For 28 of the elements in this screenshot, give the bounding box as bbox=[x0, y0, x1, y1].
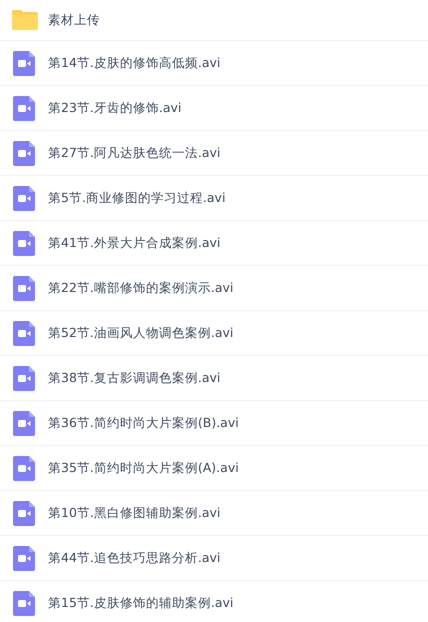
file-name[interactable]: 第44节.追色技巧思路分析.avi bbox=[48, 550, 220, 566]
video-file-icon bbox=[13, 50, 35, 76]
file-name[interactable]: 第14节.皮肤的修饰高低频.avi bbox=[48, 54, 220, 72]
video-file-icon bbox=[13, 410, 35, 436]
video-file-icon bbox=[13, 230, 35, 256]
video-file-icon bbox=[13, 96, 35, 120]
folder-name[interactable]: 素材上传 bbox=[48, 12, 100, 28]
video-file-icon bbox=[13, 456, 35, 480]
file-name[interactable]: 第36节.简约时尚大片案例(B).avi bbox=[48, 414, 239, 432]
file-name[interactable]: 第10节.黑白修图辅助案例.avi bbox=[48, 504, 220, 522]
video-file-icon bbox=[13, 276, 35, 300]
video-file-icon bbox=[13, 590, 35, 616]
file-name[interactable]: 第22节.嘴部修饰的案例演示.avi bbox=[48, 280, 234, 296]
file-name[interactable]: 第35节.简约时尚大片案例(A).avi bbox=[48, 460, 239, 476]
video-file-icon bbox=[13, 320, 35, 346]
video-file-icon bbox=[13, 140, 35, 166]
video-file-icon bbox=[13, 500, 35, 526]
file-name[interactable]: 第23节.牙齿的修饰.avi bbox=[48, 100, 182, 116]
file-name[interactable]: 第38节.复古影调调色案例.avi bbox=[48, 370, 220, 386]
file-name[interactable]: 第5节.商业修图的学习过程.avi bbox=[48, 190, 226, 206]
video-file-icon bbox=[13, 366, 35, 390]
file-name[interactable]: 第41节.外景大片合成案例.avi bbox=[48, 234, 220, 252]
file-name[interactable]: 第15节.皮肤修饰的辅助案例.avi bbox=[48, 594, 234, 612]
folder-icon bbox=[12, 10, 38, 30]
file-name[interactable]: 第27节.阿凡达肤色统一法.avi bbox=[48, 144, 220, 162]
file-name[interactable]: 第52节.油画风人物调色案例.avi bbox=[48, 324, 234, 342]
video-file-icon bbox=[13, 186, 35, 210]
video-file-icon bbox=[13, 546, 35, 570]
